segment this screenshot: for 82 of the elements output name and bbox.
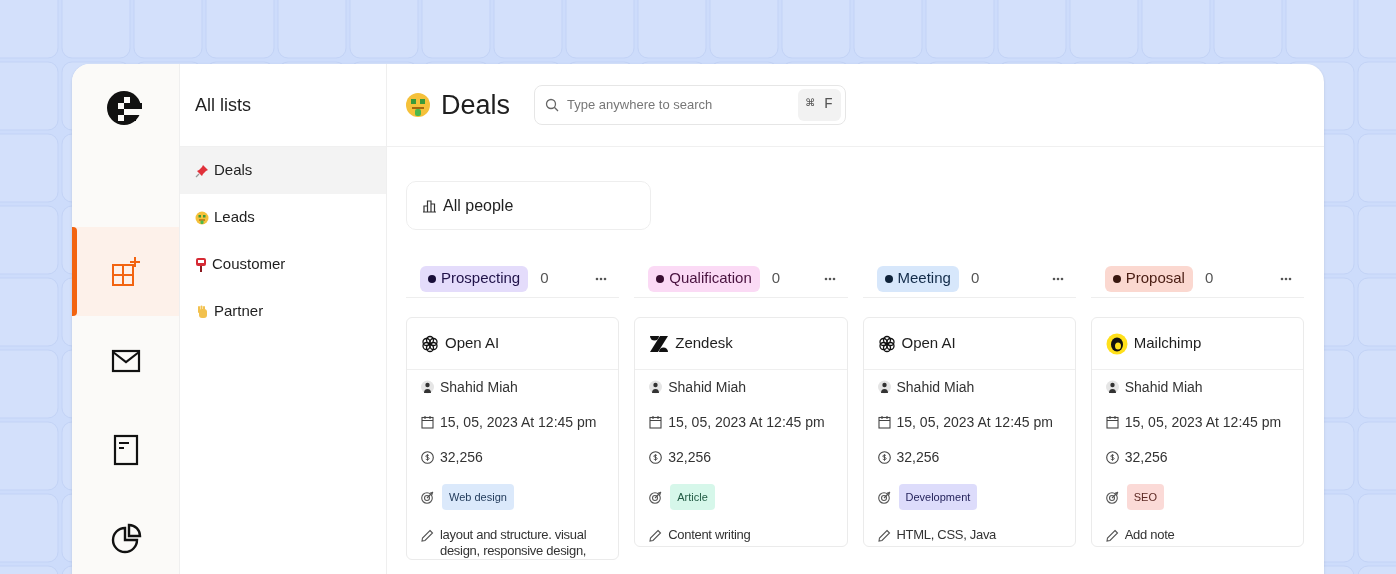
count-label: 0 [771,268,781,289]
date-text: 15, 05, 2023 At 12:45 pm [1124,413,1282,431]
z-logo-icon [649,334,670,353]
avatar-icon [1105,380,1119,394]
target-icon [1105,490,1119,504]
count-label: 0 [1204,268,1214,289]
amount-text: 32,256 [668,448,712,466]
search-icon [545,98,560,112]
pushpin-icon [195,163,209,178]
pencil-icon [421,528,434,542]
amount-text: 32,256 [440,448,483,466]
date-text: 15, 05, 2023 At 12:45 pm [668,413,825,431]
note-text: Add note [1124,526,1175,543]
owner-name: Shahid Miah [896,378,975,396]
status-label: Proposal [1104,265,1193,292]
deal-card[interactable]: Mailchimp Shahid Miah 15, 05, 2023 At 12:45 pm 32,256 SEO Add note [1090,317,1304,547]
dollar-icon [421,450,434,464]
money-face-icon [195,210,209,225]
dollar-icon [877,450,891,464]
note-text: Content writing [668,526,751,543]
money-face-icon [405,92,431,118]
target-icon [421,490,434,504]
tag: Development [898,484,978,510]
avatar-icon [649,380,663,394]
deal-card[interactable]: Open AI Shahid Miah 15, 05, 2023 At 12:45 pm 32,256 Web design layout and structure. visual design, responsive design, [406,317,620,560]
monkey-logo-icon [1105,332,1128,355]
status-label: Qualification [648,265,760,292]
calendar-icon [1105,415,1119,429]
dollar-icon [649,450,663,464]
owner-name: Shahid Miah [440,378,518,396]
company-name: Open AI [901,333,956,354]
avatar-icon [877,380,891,394]
knot-logo-icon [877,334,896,353]
company-name: Zendesk [675,333,733,354]
amount-text: 32,256 [896,448,940,466]
company-name: Open AI [445,333,500,354]
document-icon [112,434,139,467]
dollar-icon [1105,450,1119,464]
search-field[interactable]: Type anywhere to search ⌘ F [534,85,847,125]
more-icon [595,276,608,281]
status-label: Meeting [876,265,959,292]
owner-name: Shahid Miah [1124,378,1203,396]
count-label: 0 [970,268,980,289]
deal-card[interactable]: Open AI Shahid Miah 15, 05, 2023 At 12:45 pm 32,256 Development HTML, CSS, Java [862,317,1076,547]
mailbox-icon [195,257,207,272]
target-icon [877,490,891,504]
list-item[interactable]: Deals [180,147,386,194]
pencil-icon [877,528,891,542]
more-icon [1051,276,1064,281]
calendar-icon [421,415,434,429]
waving-hand-icon [195,304,209,319]
note-text: layout and structure. visual design, responsive design, [440,526,588,559]
tag: SEO [1126,484,1164,510]
count-label: 0 [540,268,549,289]
shortcut-key: ⌘ F [798,89,842,121]
pencil-icon [1105,528,1119,542]
owner-name: Shahid Miah [668,378,747,396]
mail-icon [110,349,141,374]
bar-chart-icon [422,198,437,213]
more-icon [1280,276,1292,281]
calendar-icon [877,415,891,429]
note-text: HTML, CSS, Java [896,526,997,543]
pie-chart-icon [109,523,142,556]
page-title: Deals [441,88,511,122]
view-selector[interactable]: All people [406,181,651,230]
panel-title: All lists [195,93,251,117]
more-icon [823,276,836,281]
company-name: Mailchimp [1133,333,1202,354]
knot-logo-icon [421,334,439,353]
status-label: Prospecting [420,265,529,292]
avatar-icon [421,380,434,394]
date-text: 15, 05, 2023 At 12:45 pm [896,413,1053,431]
tag: Web design [442,484,514,510]
deal-card[interactable]: Zendesk Shahid Miah 15, 05, 2023 At 12:45 pm 32,256 Article Content writing [634,317,848,547]
amount-text: 32,256 [1124,448,1168,466]
add-grid-icon [110,255,141,288]
calendar-icon [649,415,663,429]
target-icon [649,490,663,504]
search-input[interactable]: Type anywhere to search [567,95,790,115]
pencil-icon [649,528,663,542]
date-text: 15, 05, 2023 At 12:45 pm [440,413,597,431]
tag: Article [670,484,715,510]
